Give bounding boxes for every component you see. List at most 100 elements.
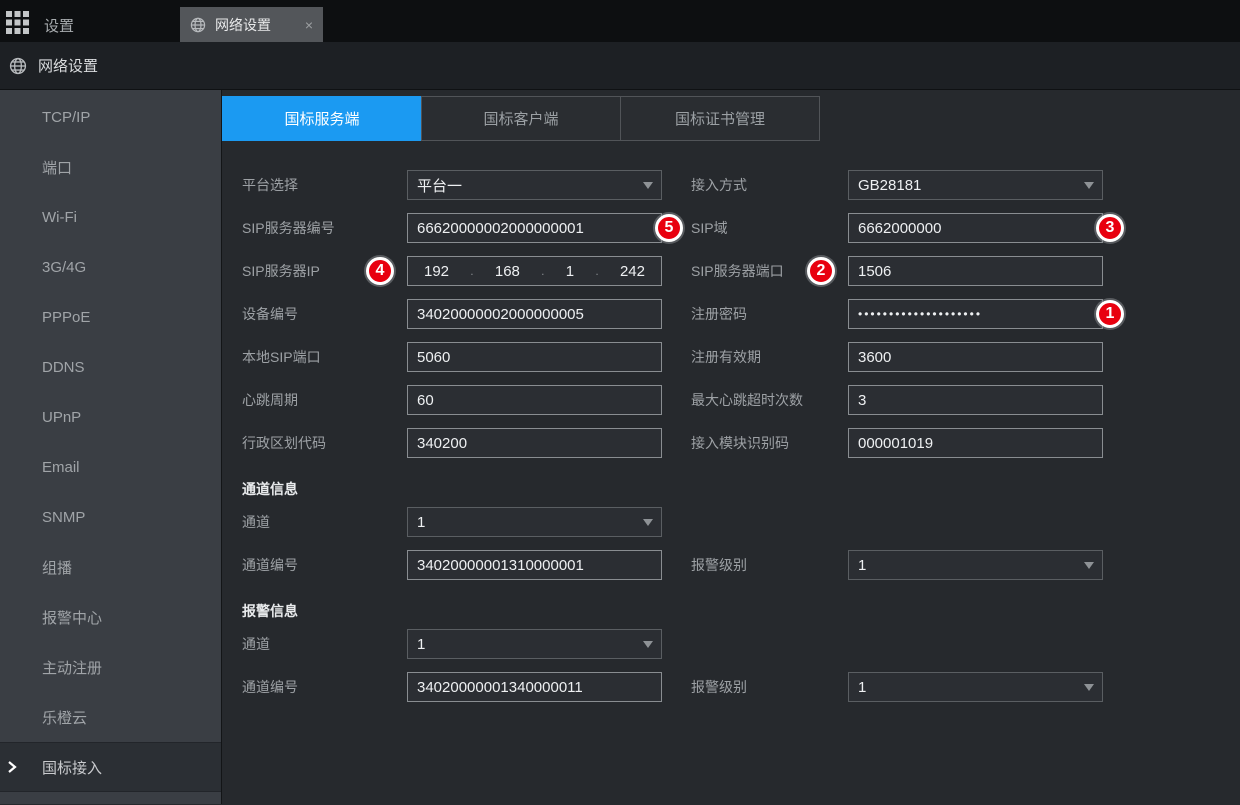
alarm-channel-field-wrap: 1	[407, 629, 662, 659]
heartbeat-period-field-wrap	[407, 385, 662, 415]
sidebar-item-tcpip[interactable]: TCP/IP	[0, 92, 221, 142]
sidebar-item-label: Email	[42, 459, 80, 476]
ip-separator: .	[595, 264, 598, 278]
launcher-tab-label[interactable]: 设置	[44, 15, 74, 36]
sidebar-item-label: 端口	[42, 157, 72, 178]
sidebar-item-wifi[interactable]: Wi-Fi	[0, 192, 221, 242]
main-area: TCP/IP 端口 Wi-Fi 3G/4G PPPoE DDNS UPnP Email SNMP…	[0, 90, 1240, 804]
heartbeat-period-input[interactable]	[407, 385, 662, 415]
callout-badge-1: 1	[1096, 300, 1124, 328]
select-value: 1	[417, 514, 425, 531]
sip-server-ip-input[interactable]: 192.168.1.242	[407, 256, 662, 286]
sidebar-item-label: PPPoE	[42, 309, 90, 326]
platform-select[interactable]: 平台一	[407, 170, 662, 200]
access-module-id-field-wrap	[848, 428, 1103, 458]
sip-server-port-field-wrap: 2	[848, 256, 1103, 286]
field-label: 注册有效期	[662, 347, 848, 367]
sip-server-port-input[interactable]	[848, 256, 1103, 286]
sidebar-item-port[interactable]: 端口	[0, 142, 221, 192]
sidebar-item-pppoe[interactable]: PPPoE	[0, 292, 221, 342]
sip-server-id-input[interactable]	[407, 213, 662, 243]
sidebar-item-3g4g[interactable]: 3G/4G	[0, 242, 221, 292]
access-type-select[interactable]: GB28181	[848, 170, 1103, 200]
alarm-level-select[interactable]: 1	[848, 550, 1103, 580]
app-topbar: 设置 网络设置 ×	[0, 0, 1240, 42]
callout-badge-5: 5	[655, 214, 683, 242]
sidebar-item-alarm-center[interactable]: 报警中心	[0, 592, 221, 642]
sidebar-item-upnp[interactable]: UPnP	[0, 392, 221, 442]
triangle-down-icon	[1084, 562, 1094, 569]
alarm-level-field-wrap: 1	[848, 550, 1103, 580]
field-label: 本地SIP端口	[222, 347, 407, 367]
sidebar-item-label: UPnP	[42, 409, 81, 426]
sidebar-item-label: 3G/4G	[42, 259, 86, 276]
field-label: 通道	[222, 634, 407, 654]
channel-select[interactable]: 1	[407, 507, 662, 537]
select-value: 1	[858, 557, 866, 574]
sidebar-item-multicast[interactable]: 组播	[0, 542, 221, 592]
sidebar: TCP/IP 端口 Wi-Fi 3G/4G PPPoE DDNS UPnP Email SNMP…	[0, 90, 222, 804]
admin-region-code-field-wrap	[407, 428, 662, 458]
admin-region-code-input[interactable]	[407, 428, 662, 458]
max-heartbeat-timeout-input[interactable]	[848, 385, 1103, 415]
sip-domain-field-wrap: 3	[848, 213, 1103, 243]
triangle-down-icon	[1084, 684, 1094, 691]
alarm-level-2-field-wrap: 1	[848, 672, 1103, 702]
window-tab-network-settings[interactable]: 网络设置 ×	[180, 7, 323, 42]
tab-gb-cert[interactable]: 国标证书管理	[620, 96, 820, 141]
field-label: 最大心跳超时次数	[662, 390, 848, 410]
sidebar-item-label: 主动注册	[42, 657, 102, 678]
field-label: 通道	[222, 512, 407, 532]
sidebar-item-email[interactable]: Email	[0, 442, 221, 492]
sidebar-item-auto-register[interactable]: 主动注册	[0, 642, 221, 692]
field-label: 平台选择	[222, 175, 407, 195]
section-title-alarm-info: 报警信息	[222, 593, 1240, 629]
tab-gb-client[interactable]: 国标客户端	[421, 96, 621, 141]
ip-separator: .	[470, 264, 473, 278]
sidebar-item-ddns[interactable]: DDNS	[0, 342, 221, 392]
register-password-input[interactable]	[848, 299, 1103, 329]
form-row: 通道1	[222, 629, 1240, 659]
gb28181-server-form: 平台选择平台一接入方式GB28181SIP服务器编号5SIP域3SIP服务器IP…	[222, 170, 1240, 702]
triangle-down-icon	[643, 182, 653, 189]
window-tab-label: 网络设置	[215, 15, 271, 35]
close-icon[interactable]: ×	[305, 18, 313, 32]
triangle-down-icon	[643, 641, 653, 648]
field-label: 报警级别	[662, 677, 848, 697]
form-row: SIP服务器IP192.168.1.2424SIP服务器端口2	[222, 256, 1240, 286]
field-label: 心跳周期	[222, 390, 407, 410]
globe-icon	[190, 17, 206, 33]
sidebar-item-snmp[interactable]: SNMP	[0, 492, 221, 542]
ip-octet: 168	[495, 263, 520, 280]
local-sip-port-input[interactable]	[407, 342, 662, 372]
tab-gb-server[interactable]: 国标服务端	[222, 96, 422, 141]
device-id-input[interactable]	[407, 299, 662, 329]
alarm-level-2-select[interactable]: 1	[848, 672, 1103, 702]
sidebar-item-label: DDNS	[42, 359, 85, 376]
alarm-channel-id-input[interactable]	[407, 672, 662, 702]
callout-badge-2: 2	[807, 257, 835, 285]
register-valid-period-input[interactable]	[848, 342, 1103, 372]
register-valid-period-field-wrap	[848, 342, 1103, 372]
callout-badge-3: 3	[1096, 214, 1124, 242]
form-row: SIP服务器编号5SIP域3	[222, 213, 1240, 243]
alarm-channel-select[interactable]: 1	[407, 629, 662, 659]
sidebar-item-gb28181[interactable]: 国标接入	[0, 742, 221, 792]
channel-field-wrap: 1	[407, 507, 662, 537]
sip-domain-input[interactable]	[848, 213, 1103, 243]
channel-id-input[interactable]	[407, 550, 662, 580]
select-value: 平台一	[417, 175, 462, 196]
apps-grid-icon[interactable]	[6, 11, 29, 34]
callout-badge-4: 4	[366, 257, 394, 285]
field-label: 接入模块识别码	[662, 433, 848, 453]
sidebar-item-lechange[interactable]: 乐橙云	[0, 692, 221, 742]
form-row: 行政区划代码接入模块识别码	[222, 428, 1240, 458]
form-row: 心跳周期 最大心跳超时次数	[222, 385, 1240, 415]
access-module-id-input[interactable]	[848, 428, 1103, 458]
device-id-field-wrap	[407, 299, 662, 329]
field-label: 注册密码	[662, 304, 848, 324]
globe-icon	[9, 57, 27, 75]
section-title-channel-info: 通道信息	[222, 471, 1240, 507]
field-label: 通道编号	[222, 555, 407, 575]
ip-octet: 1	[566, 263, 574, 280]
